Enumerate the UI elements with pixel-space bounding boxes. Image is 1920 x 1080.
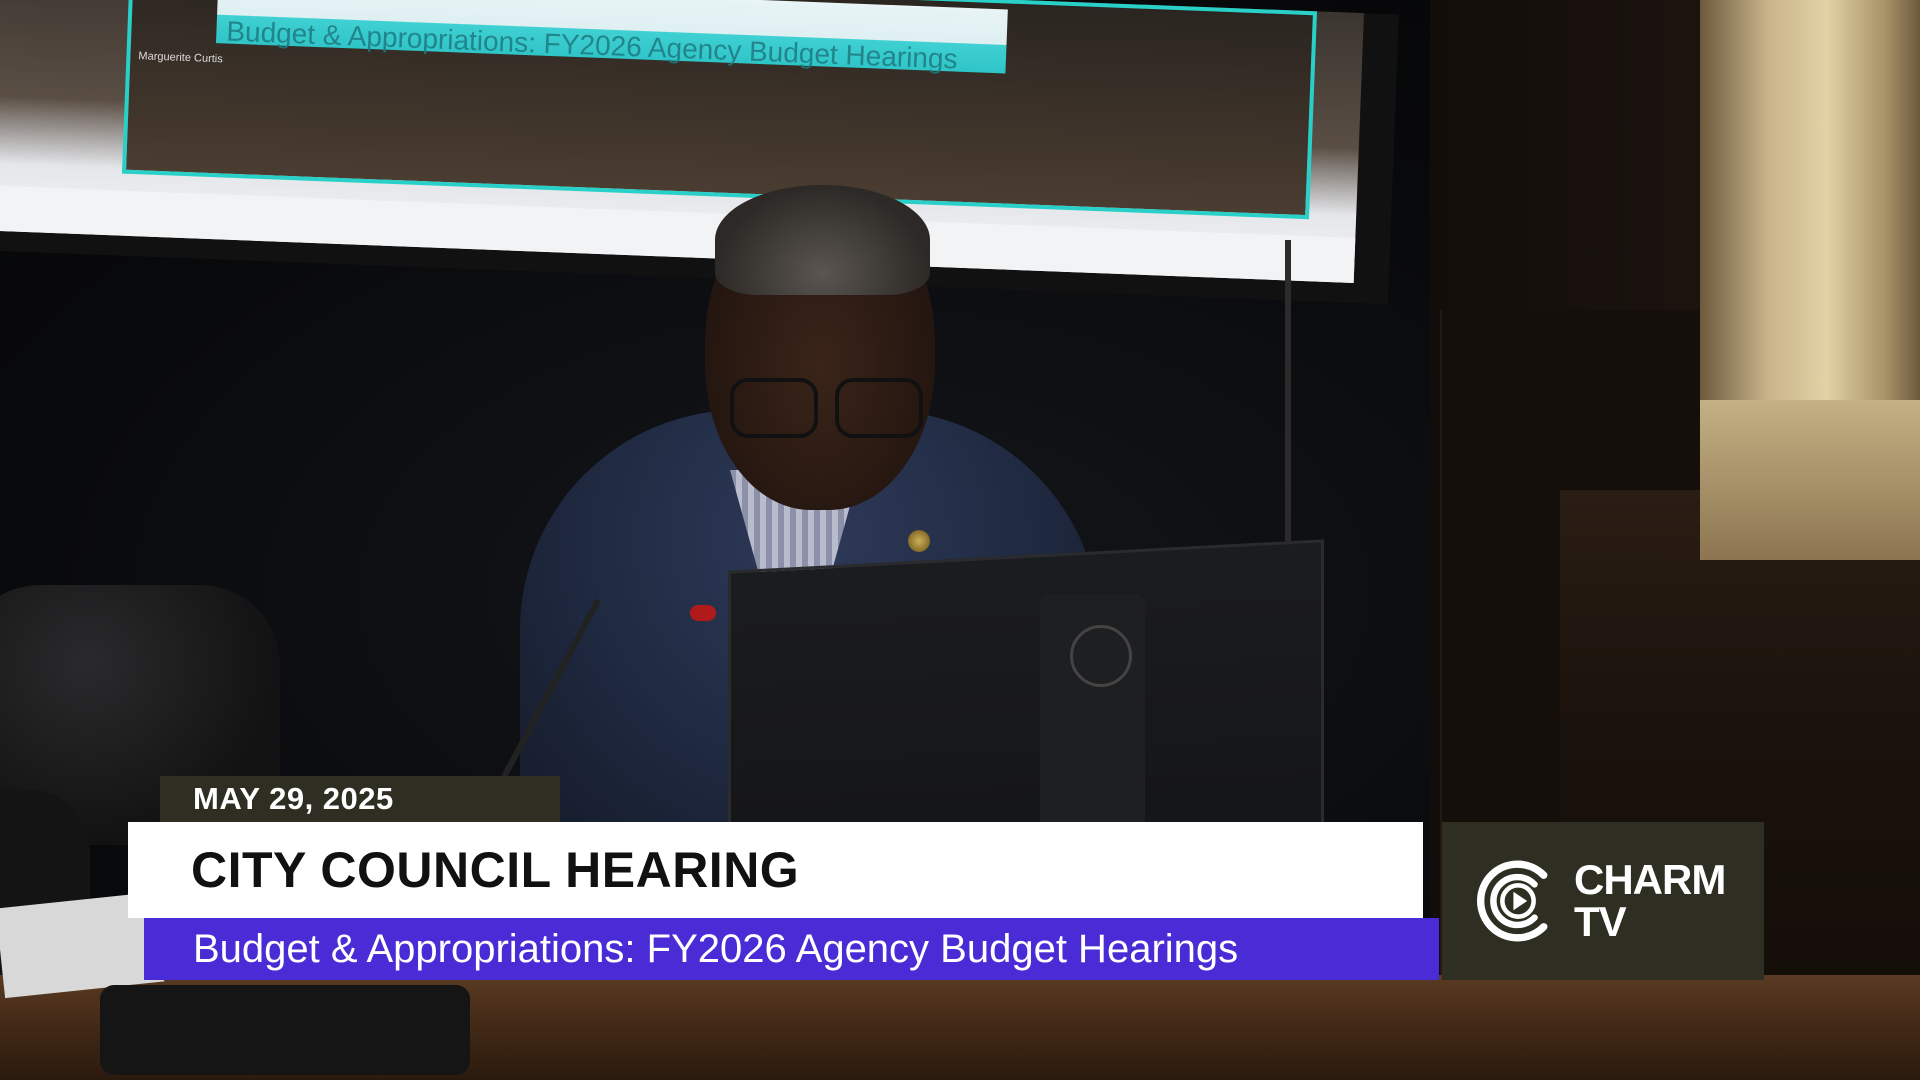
marble-column-base [1700,400,1920,560]
lapel-pin [908,530,930,552]
logo-line-1: CHARM [1574,856,1726,903]
wall-display-video: Budget & Appropriations: FY2026 Agency B… [121,0,1318,220]
channel-logo: CHARM TV [1442,822,1764,980]
charm-tv-play-icon [1477,860,1548,942]
glasses-lens-left [730,378,818,438]
title-bar: CITY COUNCIL HEARING [128,822,1423,918]
channel-logo-text: CHARM TV [1574,856,1726,945]
mic-pole [1285,240,1291,560]
microphone-tip [690,605,716,621]
wall-display-banner: Budget & Appropriations: FY2026 Agency B… [215,0,1008,75]
monitor-logo-icon [1070,625,1132,687]
date-tab: MAY 29, 2025 [160,776,560,822]
broadcast-date: MAY 29, 2025 [193,781,394,816]
subtitle-bar: Budget & Appropriations: FY2026 Agency B… [144,918,1439,980]
broadcast-subtitle: Budget & Appropriations: FY2026 Agency B… [193,926,1239,971]
wall-display: Budget & Appropriations: FY2026 Agency B… [0,0,1399,305]
speaker-hair [715,185,930,295]
wall-display-caption: Marguerite Curtis [138,50,223,66]
wall-display-screen: Budget & Appropriations: FY2026 Agency B… [0,0,1364,283]
logo-line-2: TV [1574,898,1627,945]
folder [100,985,470,1075]
glasses-lens-right [835,378,923,438]
broadcast-title: CITY COUNCIL HEARING [191,842,800,898]
wall-display-banner-text: Budget & Appropriations: FY2026 Agency B… [225,15,959,75]
